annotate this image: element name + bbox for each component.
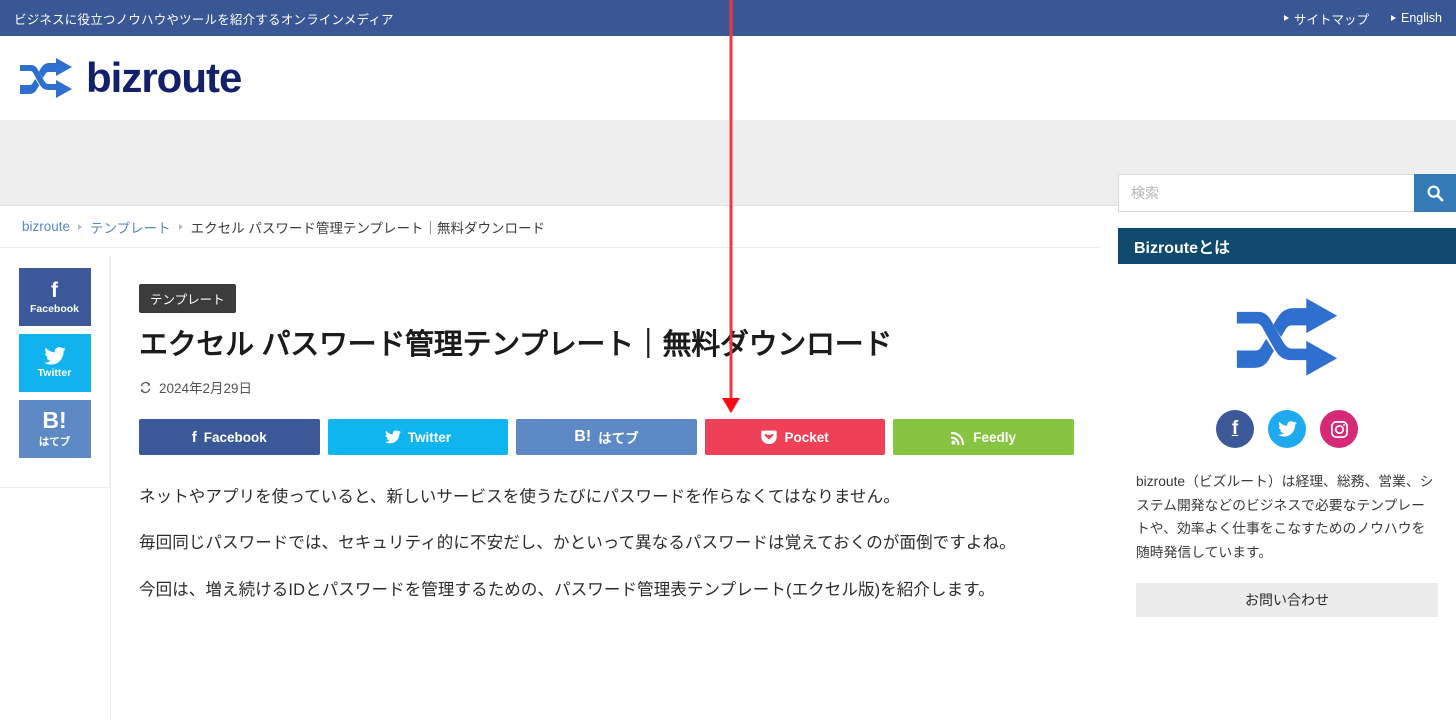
instagram-icon: [1330, 420, 1348, 438]
article-paragraph: ネットやアプリを使っていると、新しいサービスを使うたびにパスワードを作らなくては…: [139, 488, 900, 507]
topbar-link-sitemap-label: サイトマップ: [1293, 12, 1369, 27]
triangle-right-icon: [1283, 15, 1289, 21]
sidebar: Bizrouteとは f bizroute（ビズルート）は経理、総務、営業、シス…: [1118, 228, 1456, 720]
top-utility-links: サイトマップ English: [1283, 9, 1442, 28]
topbar-link-sitemap[interactable]: サイトマップ: [1283, 9, 1369, 28]
article-share-buttons: f Facebook Twitter B! はてブ Pocket Feedly: [139, 419, 1074, 456]
social-link-instagram[interactable]: [1320, 410, 1358, 448]
share-button-twitter-label: Twitter: [407, 429, 452, 445]
share-button-feedly-label: Feedly: [973, 429, 1017, 445]
site-logo-link[interactable]: bizroute: [18, 54, 242, 101]
share-rail: f Facebook Twitter B! はてブ: [0, 256, 110, 488]
sidebar-description: bizroute（ビズルート）は経理、総務、営業、システム開発などのビジネスで必…: [1136, 474, 1434, 561]
rail-share-twitter[interactable]: Twitter: [18, 334, 91, 392]
hatena-icon: B!: [42, 407, 67, 433]
share-button-pocket[interactable]: Pocket: [704, 419, 886, 456]
refresh-icon: [140, 381, 151, 393]
hatena-icon: B!: [574, 428, 592, 446]
article-content: テンプレート エクセル パスワード管理テンプレート｜無料ダウンロード 2024年…: [110, 256, 1100, 720]
sidebar-social-links: f: [1136, 410, 1438, 448]
share-button-facebook-label: Facebook: [203, 429, 267, 445]
sidebar-heading: Bizrouteとは: [1118, 228, 1456, 264]
breadcrumb-item-current: エクセル パスワード管理テンプレート｜無料ダウンロード: [190, 220, 545, 236]
twitter-icon: [384, 430, 401, 444]
chevron-right-icon: [78, 223, 83, 230]
share-button-pocket-label: Pocket: [784, 429, 829, 445]
sidebar-logo: [1136, 298, 1438, 376]
search-icon: [1427, 185, 1444, 202]
share-button-hatena[interactable]: B! はてブ: [516, 419, 697, 456]
search-form: [1118, 174, 1456, 212]
shuffle-icon: [20, 58, 72, 98]
social-link-twitter[interactable]: [1268, 410, 1306, 448]
topbar-link-english[interactable]: English: [1391, 11, 1442, 25]
chevron-right-icon: [178, 223, 183, 230]
search-button[interactable]: [1414, 174, 1456, 212]
article-paragraph: 毎回同じパスワードでは、セキュリティ的に不安だし、かといって異なるパスワードは覚…: [139, 534, 1016, 553]
article-meta: 2024年2月29日: [139, 377, 1074, 397]
share-button-hatena-label: はてブ: [598, 431, 639, 447]
search-input[interactable]: [1118, 174, 1414, 212]
rail-share-hatena-label: はてブ: [38, 436, 71, 448]
feedly-icon: [951, 431, 965, 445]
rail-share-facebook[interactable]: f Facebook: [18, 268, 91, 326]
article-body: ネットやアプリを使っていると、新しいサービスを使うたびにパスワードを作らなくては…: [139, 481, 1074, 606]
facebook-icon: f: [1231, 418, 1239, 439]
sidebar-body: f bizroute（ビズルート）は経理、総務、営業、システム開発などのビジネス…: [1118, 264, 1456, 617]
breadcrumb: bizroute テンプレート エクセル パスワード管理テンプレート｜無料ダウン…: [0, 206, 1100, 248]
page-root: ビジネスに役立つノウハウやツールを紹介するオンラインメディア サイトマップ En…: [0, 0, 1456, 720]
triangle-right-icon: [1391, 15, 1396, 21]
share-button-feedly[interactable]: Feedly: [893, 419, 1074, 456]
share-button-facebook[interactable]: f Facebook: [139, 419, 320, 456]
page-title: エクセル パスワード管理テンプレート｜無料ダウンロード: [139, 329, 893, 361]
top-utility-bar: ビジネスに役立つノウハウやツールを紹介するオンラインメディア サイトマップ En…: [0, 0, 1456, 36]
share-button-twitter[interactable]: Twitter: [327, 419, 509, 456]
pocket-icon: [761, 430, 778, 445]
facebook-icon: f: [191, 428, 197, 446]
shuffle-icon: [1236, 298, 1338, 376]
breadcrumb-item-template[interactable]: テンプレート: [90, 217, 171, 237]
category-badge[interactable]: テンプレート: [139, 284, 236, 313]
rail-share-hatena[interactable]: B! はてブ: [18, 400, 91, 458]
article-paragraph: 今回は、増え続けるIDとパスワードを管理するための、パスワード管理表テンプレート…: [139, 580, 995, 599]
site-header: bizroute: [0, 36, 1456, 120]
breadcrumb-item-home[interactable]: bizroute: [22, 219, 70, 234]
article-date: 2024年2月29日: [159, 381, 253, 397]
rail-share-twitter-label: Twitter: [37, 367, 72, 379]
site-logo-text: bizroute: [86, 54, 242, 101]
topbar-link-english-label: English: [1401, 11, 1442, 25]
twitter-icon: [1277, 421, 1297, 437]
rail-share-facebook-label: Facebook: [29, 302, 79, 315]
site-tagline: ビジネスに役立つノウハウやツールを紹介するオンラインメディア: [14, 12, 394, 27]
facebook-icon: f: [51, 278, 58, 302]
contact-button[interactable]: お問い合わせ: [1136, 582, 1438, 617]
social-link-facebook[interactable]: f: [1216, 410, 1254, 448]
twitter-icon: [43, 347, 66, 365]
